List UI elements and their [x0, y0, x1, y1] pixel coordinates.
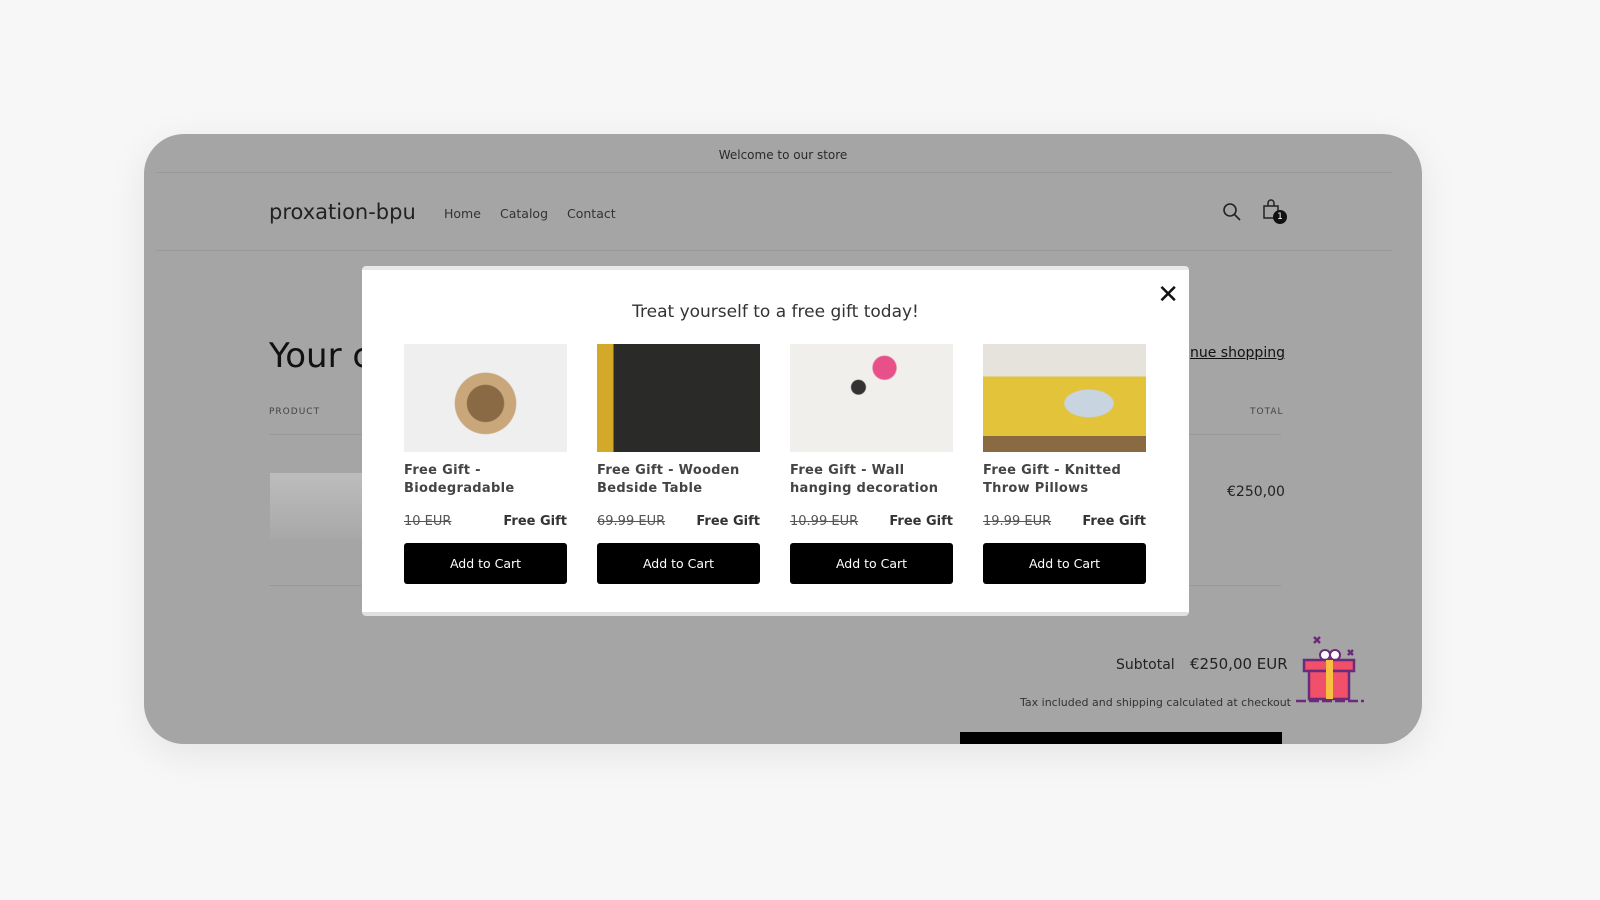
- product-image[interactable]: [597, 344, 760, 452]
- checkout-button[interactable]: [960, 732, 1282, 744]
- column-product: PRODUCT: [269, 407, 321, 417]
- product-name[interactable]: Free Gift - Biodegradable: [404, 462, 567, 500]
- search-icon[interactable]: [1222, 202, 1242, 222]
- divider: [156, 250, 1392, 251]
- modal-title: Treat yourself to a free gift today!: [632, 302, 919, 322]
- add-to-cart-button[interactable]: Add to Cart: [790, 543, 953, 584]
- gift-price: Free Gift: [889, 514, 953, 529]
- gift-card: Free Gift - Wall hanging decoration 10.9…: [790, 344, 953, 584]
- gift-card: Free Gift - Knitted Throw Pillows 19.99 …: [983, 344, 1146, 584]
- tax-note: Tax included and shipping calculated at …: [1020, 696, 1291, 709]
- original-price: 10 EUR: [404, 514, 452, 529]
- product-image[interactable]: [790, 344, 953, 452]
- free-gift-modal: Treat yourself to a free gift today! ✕ F…: [362, 266, 1189, 616]
- gift-card: Free Gift - Biodegradable 10 EUR Free Gif…: [404, 344, 567, 584]
- nav-catalog[interactable]: Catalog: [500, 206, 548, 221]
- cart-item-image[interactable]: [270, 473, 365, 539]
- product-name[interactable]: Free Gift - Wooden Bedside Table: [597, 462, 760, 500]
- line-total: €250,00: [1227, 484, 1285, 500]
- cart-title: Your c: [269, 336, 372, 376]
- product-name[interactable]: Free Gift - Wall hanging decoration: [790, 462, 953, 500]
- original-price: 10.99 EUR: [790, 514, 859, 529]
- subtotal-value: €250,00 EUR: [1190, 655, 1288, 673]
- add-to-cart-button[interactable]: Add to Cart: [983, 543, 1146, 584]
- subtotal-label: Subtotal: [1116, 657, 1175, 673]
- gift-price: Free Gift: [1082, 514, 1146, 529]
- close-icon[interactable]: ✕: [1157, 280, 1179, 310]
- product-name[interactable]: Free Gift - Knitted Throw Pillows: [983, 462, 1146, 500]
- product-image[interactable]: [404, 344, 567, 452]
- add-to-cart-button[interactable]: Add to Cart: [404, 543, 567, 584]
- store-logo[interactable]: proxation-bpu: [269, 200, 416, 224]
- gift-price: Free Gift: [503, 514, 567, 529]
- add-to-cart-button[interactable]: Add to Cart: [597, 543, 760, 584]
- gift-price: Free Gift: [696, 514, 760, 529]
- continue-shopping-link[interactable]: nue shopping: [1190, 345, 1285, 361]
- original-price: 19.99 EUR: [983, 514, 1052, 529]
- gift-card: Free Gift - Wooden Bedside Table 69.99 E…: [597, 344, 760, 584]
- gift-icon[interactable]: [1294, 632, 1366, 706]
- original-price: 69.99 EUR: [597, 514, 666, 529]
- nav-contact[interactable]: Contact: [567, 206, 616, 221]
- nav-home[interactable]: Home: [444, 206, 481, 221]
- divider: [156, 172, 1392, 173]
- cart-count-badge: 1: [1273, 210, 1287, 224]
- announcement-bar: Welcome to our store: [718, 148, 848, 162]
- column-total: TOTAL: [1250, 407, 1284, 417]
- product-image[interactable]: [983, 344, 1146, 452]
